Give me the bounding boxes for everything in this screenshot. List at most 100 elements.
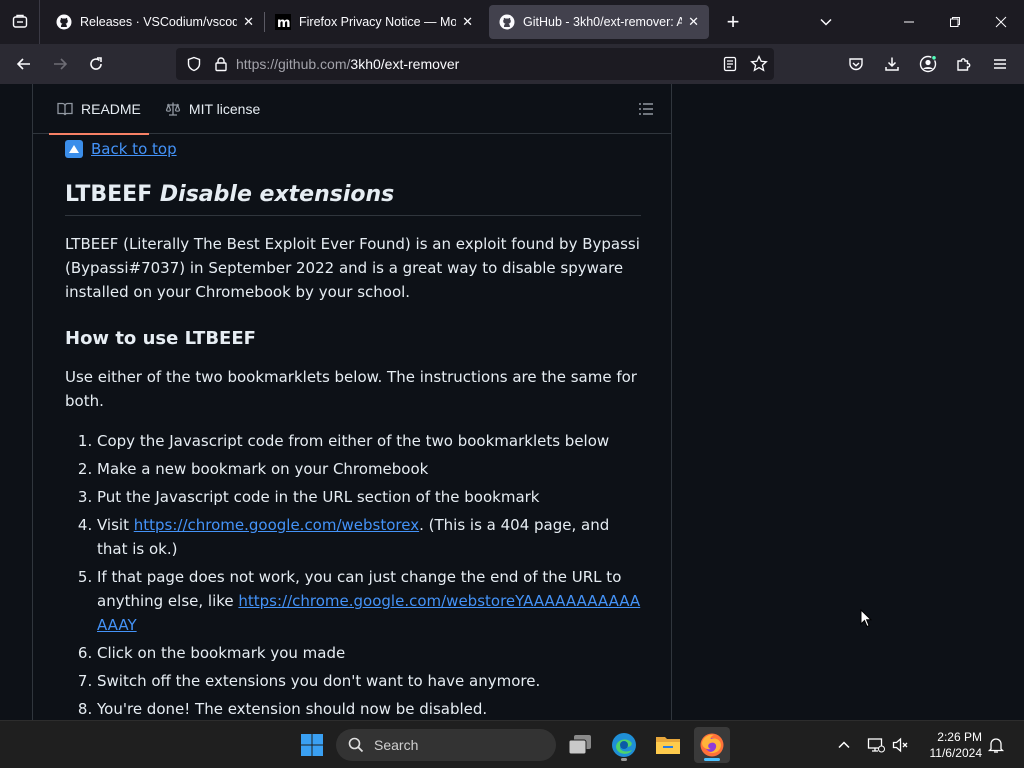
folder-icon (656, 737, 680, 754)
taskbar-search[interactable]: Search (336, 729, 556, 761)
browser-tab-active[interactable]: GitHub - 3kh0/ext-remover: A c ✕ (489, 5, 709, 39)
back-button[interactable] (6, 48, 42, 80)
reload-icon (90, 57, 102, 70)
navigation-toolbar: https://github.com/3kh0/ext-remover (0, 44, 1024, 84)
start-button[interactable] (294, 727, 330, 763)
edge-icon (612, 733, 636, 757)
show-hidden-icons-button[interactable] (826, 727, 862, 763)
tab-readme[interactable]: README (49, 84, 149, 135)
list-item: Copy the Javascript code from either of … (97, 429, 641, 453)
tab-strip: Releases · VSCodium/vscodium ✕ m Firefox… (0, 0, 1024, 44)
browser-tab[interactable]: m Firefox Privacy Notice — Mozill ✕ (265, 5, 483, 39)
pocket-icon (849, 58, 863, 71)
firefox-view-icon (12, 14, 27, 28)
step-text: Visit (97, 516, 134, 534)
minimize-icon (904, 21, 914, 23)
readme-content: Back to top LTBEEF Disable extensions LT… (65, 136, 641, 720)
account-icon (919, 55, 937, 73)
task-view-icon (568, 735, 591, 755)
notifications-button[interactable] (980, 727, 1012, 763)
url-bar[interactable]: https://github.com/3kh0/ext-remover (176, 48, 774, 80)
lock-icon[interactable] (214, 56, 228, 72)
steps-list: Copy the Javascript code from either of … (97, 429, 641, 720)
outline-button[interactable] (637, 100, 655, 118)
download-icon (885, 57, 899, 71)
chevron-down-icon (820, 18, 832, 26)
scale-icon (165, 101, 181, 117)
up-arrow-icon (65, 140, 83, 158)
list-item: Put the Javascript code in the URL secti… (97, 485, 641, 509)
forward-button[interactable] (42, 48, 78, 80)
tab-title: Firefox Privacy Notice — Mozill (299, 15, 457, 29)
extensions-button[interactable] (946, 48, 982, 80)
account-button[interactable] (910, 48, 946, 80)
chevron-up-icon (838, 741, 850, 749)
arrow-right-icon (54, 58, 68, 70)
edge-taskbar-button[interactable] (606, 727, 642, 763)
heading-italic: Disable extensions (159, 182, 395, 207)
url-host: https://github.com/ (236, 56, 351, 72)
volume-button[interactable] (886, 727, 916, 763)
reload-button[interactable] (78, 48, 114, 80)
list-item: You're done! The extension should now be… (97, 697, 641, 720)
downloads-button[interactable] (874, 48, 910, 80)
back-to-top-link[interactable]: Back to top (65, 140, 641, 158)
clock[interactable]: 2:26 PM 11/6/2024 (930, 729, 983, 761)
tab-title: Releases · VSCodium/vscodium (80, 15, 238, 29)
readme-tab-bar: README MIT license (33, 84, 671, 135)
active-indicator (704, 758, 720, 761)
close-icon (995, 16, 1007, 28)
clock-date: 11/6/2024 (929, 746, 983, 760)
search-icon (348, 737, 364, 753)
readme-panel: README MIT license Back to top LTBEEF Di… (32, 84, 672, 720)
web-page: README MIT license Back to top LTBEEF Di… (0, 84, 1024, 720)
mouse-cursor-icon (860, 608, 873, 633)
bookmark-star-icon[interactable] (750, 55, 768, 73)
file-explorer-button[interactable] (650, 727, 686, 763)
restore-icon (950, 17, 960, 27)
github-icon (499, 14, 515, 30)
list-all-tabs-button[interactable] (803, 0, 849, 44)
volume-muted-icon (892, 737, 908, 753)
tab-license[interactable]: MIT license (157, 84, 268, 134)
tab-title: GitHub - 3kh0/ext-remover: A c (523, 15, 683, 29)
close-icon[interactable]: ✕ (462, 14, 473, 30)
heading-plain: LTBEEF (65, 182, 160, 207)
minimize-button[interactable] (886, 0, 932, 44)
hamburger-menu-icon (994, 59, 1006, 69)
app-menu-button[interactable] (982, 48, 1018, 80)
browser-tab[interactable]: Releases · VSCodium/vscodium ✕ (46, 5, 264, 39)
list-item: If that page does not work, you can just… (97, 565, 641, 637)
firefox-view-button[interactable] (0, 0, 40, 44)
close-icon[interactable]: ✕ (243, 14, 254, 30)
subsection-heading: How to use LTBEEF (65, 328, 256, 349)
instructions-intro: Use either of the two bookmarklets below… (65, 368, 637, 410)
list-item: Click on the bookmark you made (97, 641, 641, 665)
back-to-top-label: Back to top (91, 140, 177, 158)
close-icon[interactable]: ✕ (688, 14, 699, 30)
pocket-button[interactable] (838, 48, 874, 80)
task-view-button[interactable] (562, 727, 598, 763)
reader-view-icon[interactable] (722, 56, 738, 72)
firefox-taskbar-button[interactable] (694, 727, 730, 763)
list-icon (639, 103, 653, 115)
windows-icon (301, 734, 323, 756)
url-text[interactable]: https://github.com/3kh0/ext-remover (236, 56, 459, 72)
shield-icon[interactable] (186, 56, 202, 72)
firefox-icon (700, 733, 724, 757)
list-item: Make a new bookmark on your Chromebook (97, 457, 641, 481)
intro-paragraph: LTBEEF (Literally The Best Exploit Ever … (65, 235, 640, 301)
new-tab-button[interactable]: + (719, 8, 747, 36)
book-icon (57, 101, 73, 117)
svg-text:m: m (277, 16, 291, 30)
restore-button[interactable] (932, 0, 978, 44)
list-item: Switch off the extensions you don't want… (97, 669, 641, 693)
github-icon (56, 14, 72, 30)
puzzle-icon (957, 58, 971, 71)
webstore-link[interactable]: https://chrome.google.com/webstorex (134, 516, 419, 534)
clock-time: 2:26 PM (937, 730, 982, 744)
list-item: Visit https://chrome.google.com/webstore… (97, 513, 641, 561)
close-window-button[interactable] (978, 0, 1024, 44)
notification-bell-icon (987, 738, 1005, 753)
mozilla-icon: m (275, 14, 291, 30)
